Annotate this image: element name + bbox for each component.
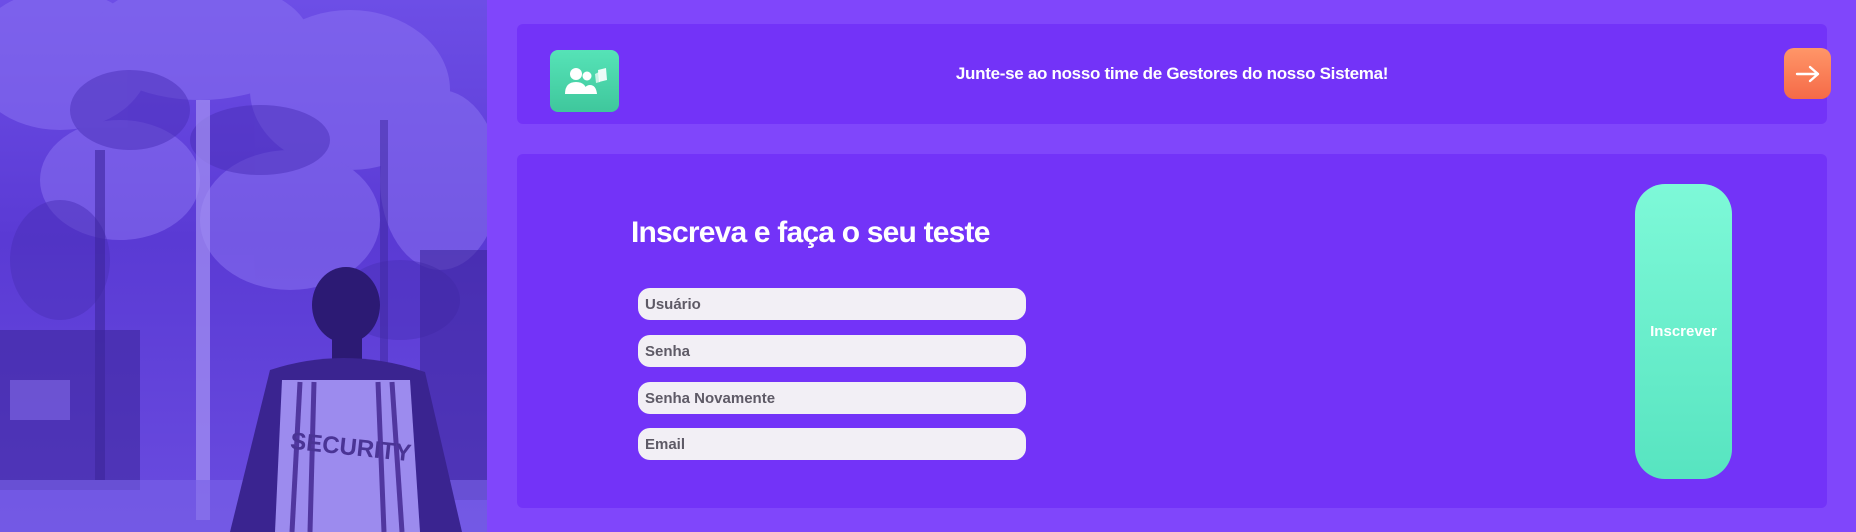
join-banner: Junte-se ao nosso time de Gestores do no… — [517, 24, 1831, 124]
password-field[interactable] — [638, 335, 1026, 367]
hero-image: SECURITY — [0, 0, 487, 532]
arrow-right-icon — [1795, 65, 1819, 82]
banner-arrow-button[interactable] — [1784, 48, 1831, 99]
subscribe-button[interactable]: Inscrever — [1635, 184, 1732, 479]
password-confirm-field[interactable] — [638, 382, 1026, 414]
security-guard-photo: SECURITY — [0, 0, 487, 532]
form-title: Inscreva e faça o seu teste — [631, 216, 990, 249]
signup-form: Inscreva e faça o seu teste Inscrever — [517, 154, 1827, 508]
main-content: Junte-se ao nosso time de Gestores do no… — [487, 0, 1856, 532]
email-field[interactable] — [638, 428, 1026, 460]
username-field[interactable] — [638, 288, 1026, 320]
banner-text: Junte-se ao nosso time de Gestores do no… — [955, 64, 1389, 83]
